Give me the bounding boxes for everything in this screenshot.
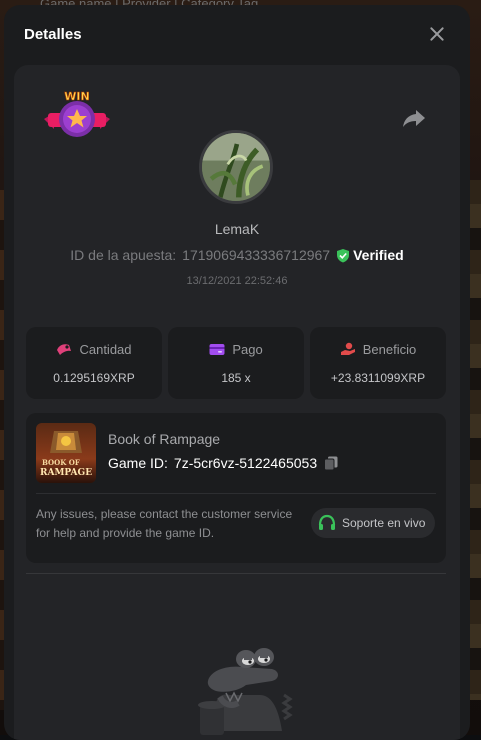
game-id-value: 7z-5cr6vz-5122465053 (174, 455, 317, 471)
stat-amount: Cantidad 0.1295169XRP (26, 327, 162, 399)
support-help-text: Any issues, please contact the customer … (36, 505, 306, 543)
thumb-title-line1: BOOK OF (42, 458, 80, 467)
username: LemaK (14, 221, 460, 237)
live-support-button[interactable]: Soporte en vivo (311, 508, 435, 538)
thumb-title-line2: RAMPAGE (40, 468, 92, 478)
win-star-badge-icon: WIN (40, 89, 114, 149)
section-divider (26, 573, 446, 574)
bet-stats: Cantidad 0.1295169XRP Pago 185 x (26, 327, 446, 399)
details-modal: Detalles WIN LemaK I (4, 5, 470, 740)
background-decoration-right (469, 180, 481, 700)
win-badge-text: WIN (64, 90, 89, 103)
profit-hand-icon (340, 342, 356, 356)
verified-badge: Verified (336, 247, 404, 263)
crocodile-mascot-icon (186, 635, 296, 735)
modal-title: Detalles (24, 26, 82, 43)
stat-payout-label: Pago (232, 342, 262, 357)
bet-id-label: ID de la apuesta: (70, 247, 176, 263)
verified-label: Verified (353, 247, 404, 263)
share-icon[interactable] (402, 107, 426, 129)
bet-amount-icon (56, 342, 72, 356)
bet-id-row: ID de la apuesta: 1719069433336712967 Ve… (14, 247, 460, 263)
headset-icon (317, 514, 337, 532)
shield-check-icon (336, 248, 350, 263)
stat-amount-value: 0.1295169XRP (53, 371, 134, 385)
stat-profit-value: +23.8311099XRP (331, 371, 425, 385)
game-name[interactable]: Book of Rampage (108, 431, 220, 447)
stat-amount-label: Cantidad (79, 342, 131, 357)
card-icon (209, 343, 225, 356)
close-icon[interactable] (426, 23, 448, 45)
game-thumbnail[interactable]: BOOK OF RAMPAGE (36, 423, 96, 483)
live-support-label: Soporte en vivo (342, 516, 425, 530)
game-id-label: Game ID: (108, 455, 168, 471)
bet-date: 13/12/2021 22:52:46 (14, 275, 460, 287)
game-id-row: Game ID: 7z-5cr6vz-5122465053 (108, 455, 339, 471)
card-divider (36, 493, 436, 494)
copy-icon[interactable] (323, 455, 339, 471)
stat-payout: Pago 185 x (168, 327, 304, 399)
user-avatar[interactable] (199, 130, 273, 204)
stat-payout-value: 185 x (221, 371, 250, 385)
modal-header: Detalles (4, 5, 470, 63)
bet-details-panel: WIN LemaK ID de la apuesta: 171906943333… (14, 65, 460, 740)
bet-id-value: 1719069433336712967 (182, 247, 330, 263)
stat-profit: Beneficio +23.8311099XRP (310, 327, 446, 399)
stat-profit-label: Beneficio (363, 342, 416, 357)
game-card: BOOK OF RAMPAGE Book of Rampage Game ID:… (26, 413, 446, 563)
